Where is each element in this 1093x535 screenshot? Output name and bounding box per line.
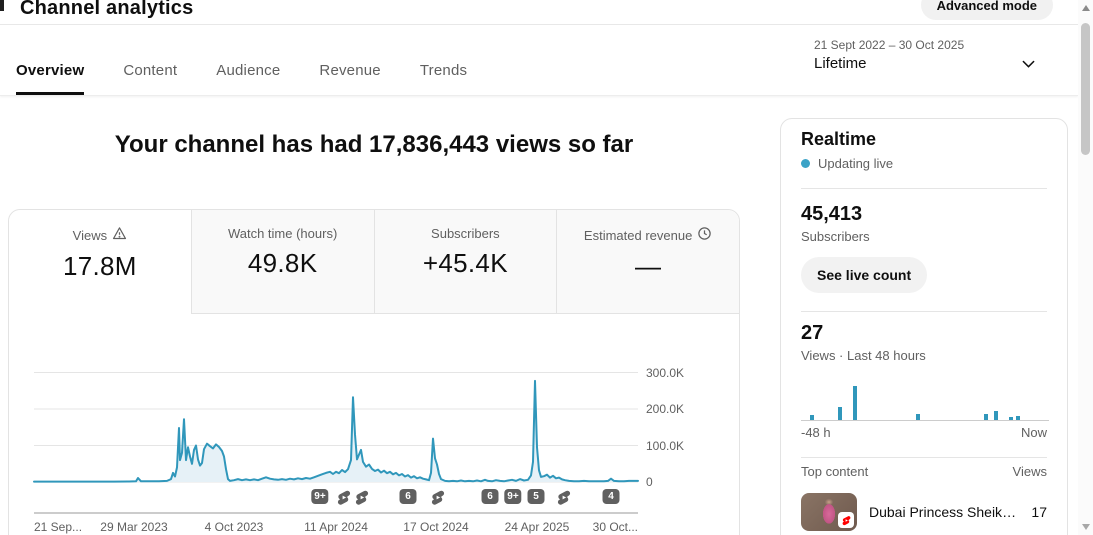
top-content-header: Top content Views [801, 464, 1047, 479]
mini-chart-bar [838, 407, 842, 420]
x-axis-tick-label: 29 Mar 2023 [100, 520, 167, 534]
metric-card-row: Views 17.8MWatch time (hours) 49.8KSubsc… [9, 210, 739, 314]
y-axis-tick-label: 100.0K [646, 439, 684, 453]
video-count-badge[interactable]: 4 [603, 489, 620, 504]
tab-trends[interactable]: Trends [420, 62, 467, 97]
top-content-label: Top content [801, 464, 868, 479]
chevron-down-icon [1019, 54, 1038, 78]
mini-chart-bar [1009, 417, 1013, 420]
subscribers-label: Subscribers [801, 229, 1047, 244]
metric-card-subscribers[interactable]: Subscribers +45.4K [374, 210, 557, 314]
y-axis-tick-label: 200.0K [646, 402, 684, 416]
video-count-badge[interactable]: 6 [400, 489, 417, 504]
x-axis-tick-label: 30 Oct... [593, 520, 638, 534]
views-line-chart[interactable] [34, 364, 638, 482]
metric-value: +45.4K [375, 248, 557, 279]
x-axis-tick-label: 4 Oct 2023 [205, 520, 264, 534]
metric-label: Estimated revenue [584, 228, 692, 243]
date-range-picker[interactable]: 21 Sept 2022 – 30 Oct 2025 Lifetime [814, 38, 1038, 72]
metric-label: Watch time (hours) [228, 226, 337, 241]
page-title: Channel analytics [20, 0, 193, 20]
mini-chart-bar [853, 386, 857, 420]
views-headline: Your channel has had 17,836,443 views so… [8, 131, 740, 159]
metric-label: Views [73, 228, 107, 243]
mini-chart-bar [810, 415, 814, 420]
divider [801, 188, 1047, 189]
axis-start-label: -48 h [801, 425, 831, 440]
analytics-tab-bar: Overview Content Audience Revenue Trends 21 … [0, 25, 1078, 96]
views-column-label: Views [1013, 464, 1047, 479]
x-axis-tick-label: 21 Sep... [34, 520, 82, 534]
realtime-status: Updating live [801, 156, 1047, 171]
tab-list: Overview Content Audience Revenue Trends [16, 62, 467, 97]
scrollbar-thumb[interactable] [1081, 23, 1090, 155]
top-content-row[interactable]: Dubai Princess Sheikha... 17 [801, 493, 1047, 531]
see-live-count-button[interactable]: See live count [801, 257, 927, 293]
views-48h-bar-chart[interactable] [801, 376, 1049, 421]
shorts-icon[interactable] [354, 489, 371, 505]
tab-revenue[interactable]: Revenue [319, 62, 380, 97]
tab-overview[interactable]: Overview [16, 62, 84, 97]
mini-chart-bar [984, 414, 988, 420]
x-axis-tick-label: 17 Oct 2024 [403, 520, 468, 534]
analytics-chart-card: Views 17.8MWatch time (hours) 49.8KSubsc… [8, 209, 740, 535]
video-count-badge[interactable]: 6 [482, 489, 499, 504]
x-axis-line [34, 512, 638, 514]
advanced-mode-button[interactable]: Advanced mode [921, 0, 1053, 20]
shorts-icon[interactable] [430, 489, 447, 505]
video-title[interactable]: Dubai Princess Sheikha... [869, 504, 1019, 520]
tab-content[interactable]: Content [123, 62, 177, 97]
metric-card-watch-time-hours[interactable]: Watch time (hours) 49.8K [191, 210, 374, 314]
realtime-subscriber-count: 45,413 [801, 203, 1047, 226]
metric-value: 49.8K [192, 248, 374, 279]
video-count-badge[interactable]: 5 [528, 489, 545, 504]
window-edge-fragment [0, 0, 4, 11]
metric-card-views[interactable]: Views 17.8M [9, 210, 191, 314]
shorts-icon[interactable] [336, 489, 353, 505]
channel-analytics-page: Channel analytics Advanced mode Overview… [0, 0, 1093, 535]
scroll-up-arrow-icon[interactable] [1082, 5, 1090, 11]
clock-icon [697, 226, 712, 244]
shorts-badge-icon [838, 512, 854, 528]
video-thumbnail[interactable] [801, 493, 857, 531]
video-count-badge[interactable]: 9+ [311, 489, 328, 504]
axis-end-label: Now [1021, 425, 1047, 440]
x-axis-tick-label: 11 Apr 2024 [304, 520, 368, 534]
realtime-card: Realtime Updating live 45,413 Subscriber… [780, 118, 1068, 535]
x-axis-labels: 21 Sep... 29 Mar 2023 4 Oct 2023 11 Apr 202… [34, 520, 638, 535]
y-axis-tick-label: 0 [646, 475, 653, 489]
views-48h-label: Views · Last 48 hours [801, 348, 1047, 363]
mini-chart-bar [994, 411, 998, 420]
x-axis-tick-label: 24 Apr 2025 [505, 520, 570, 534]
metric-card-estimated-revenue[interactable]: Estimated revenue — [556, 210, 739, 314]
live-dot-icon [801, 159, 810, 168]
warning-icon [112, 226, 127, 244]
y-axis-tick-label: 300.0K [646, 366, 684, 380]
date-range-text: 21 Sept 2022 – 30 Oct 2025 [814, 38, 1038, 52]
tab-audience[interactable]: Audience [216, 62, 280, 97]
date-preset-label: Lifetime [814, 55, 1038, 72]
divider [801, 457, 1047, 458]
metric-value: 17.8M [9, 251, 191, 282]
video-count-badge[interactable]: 9+ [504, 489, 521, 504]
mini-chart-axis: -48 h Now [801, 425, 1047, 440]
realtime-title: Realtime [801, 129, 1047, 150]
page-scrollbar[interactable] [1078, 0, 1093, 535]
video-publish-badge-row: 9+ 6 6 9+ 5 4 [34, 489, 638, 505]
realtime-views-count: 27 [801, 322, 1047, 345]
metric-value: — [557, 251, 739, 282]
mini-chart-bar [916, 414, 920, 420]
mini-chart-bar [1016, 416, 1020, 420]
shorts-icon[interactable] [556, 489, 573, 505]
video-views: 17 [1031, 504, 1047, 520]
metric-label: Subscribers [431, 226, 500, 241]
scroll-down-arrow-icon[interactable] [1082, 524, 1090, 530]
divider [801, 311, 1047, 312]
updating-live-label: Updating live [818, 156, 893, 171]
